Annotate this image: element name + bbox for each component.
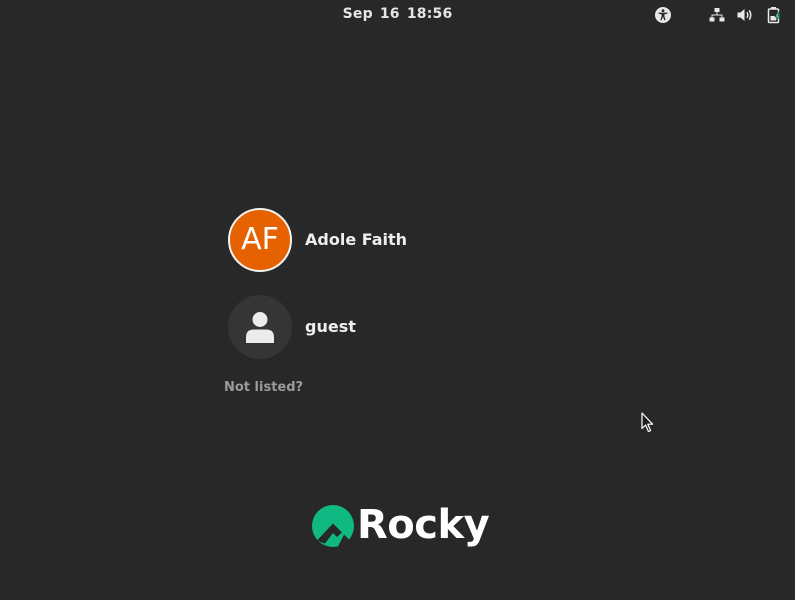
user-row-adole-faith[interactable]: AF Adole Faith [228, 208, 488, 272]
mouse-cursor-icon [641, 412, 654, 433]
avatar [228, 295, 292, 359]
login-screen: Sep 16 18:56 AF Adole Faith guest Not li… [0, 0, 795, 600]
avatar: AF [228, 208, 292, 272]
top-bar: Sep 16 18:56 [0, 0, 795, 30]
not-listed-link[interactable]: Not listed? [224, 380, 303, 395]
network-icon[interactable] [708, 6, 726, 24]
battery-icon[interactable] [765, 6, 783, 24]
volume-icon[interactable] [736, 6, 754, 24]
user-name: guest [305, 317, 356, 336]
user-name: Adole Faith [305, 230, 408, 249]
rocky-logo-icon [312, 505, 354, 547]
user-row-guest[interactable]: guest [228, 295, 488, 359]
user-silhouette-icon [246, 312, 274, 343]
clock[interactable]: Sep 16 18:56 [0, 6, 795, 22]
accessibility-icon[interactable] [654, 6, 672, 24]
rocky-logo-text: Rocky [357, 502, 490, 548]
